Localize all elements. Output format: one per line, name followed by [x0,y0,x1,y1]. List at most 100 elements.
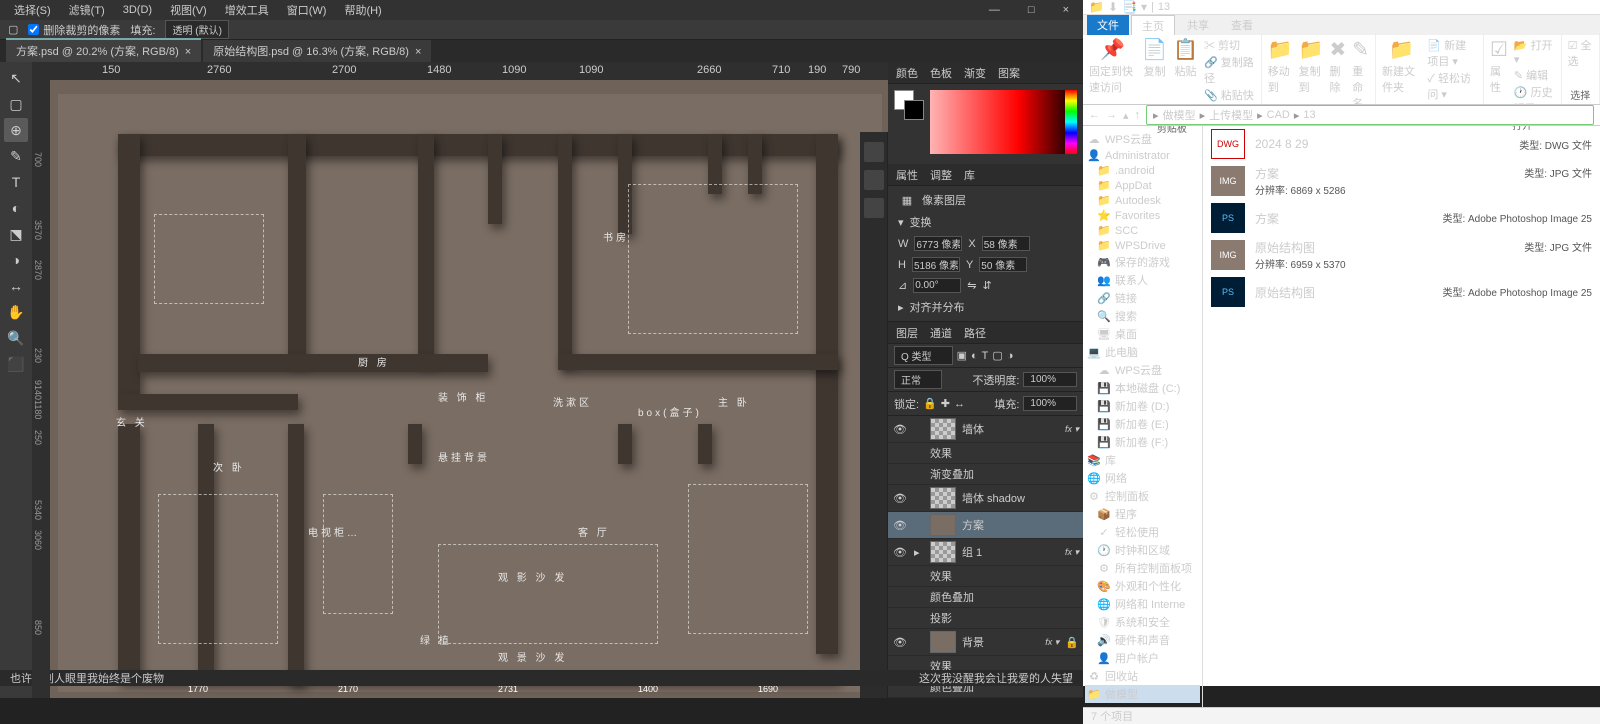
properties-button[interactable]: ☑属性 [1490,37,1508,95]
flip-h-icon[interactable]: ⇋ [967,279,976,292]
close-tab-icon[interactable]: × [415,46,421,58]
tree-node[interactable]: ⚙所有控制面板项 [1085,559,1200,577]
menu-select[interactable]: 选择(S) [6,0,59,20]
tree-node[interactable]: 🌐网络和 Interne [1085,595,1200,613]
layer-row[interactable]: 👁▸组 1fx ▾ [888,539,1083,566]
hue-ramp[interactable] [1065,90,1077,154]
edit-button[interactable]: ✎ 编辑 [1514,67,1548,83]
tree-node[interactable]: ⚙控制面板 [1085,487,1200,505]
panel-icon[interactable] [864,170,884,190]
fill-select[interactable]: 透明 (默认) [165,20,228,39]
panel-icon[interactable] [864,142,884,162]
layer-row[interactable]: 👁墙体fx ▾ [888,416,1083,443]
properties-tab[interactable]: 属性 [896,167,918,183]
minimize-icon[interactable]: — [981,2,1008,18]
delete-cropped-checkbox[interactable]: 删除裁剪的像素 [28,22,120,38]
canvas[interactable]: 150 2760 2700 1480 1090 1090 2660 710 19… [32,62,888,698]
swatch-tab[interactable]: 色板 [930,65,952,81]
collapsed-panels[interactable] [860,132,888,698]
up-icon[interactable]: ↑ [1135,109,1141,122]
layer-filter[interactable]: Q 类型 [894,346,953,365]
x-input[interactable] [982,236,1030,251]
layers-tab[interactable]: 图层 [896,325,918,341]
tree-node[interactable]: 📁AppDat [1085,178,1200,193]
adjust-tab[interactable]: 调整 [930,167,952,183]
layer-row[interactable]: 渐变叠加 [888,464,1083,485]
tree-node[interactable]: 🖥桌面 [1085,325,1200,343]
tree-node[interactable]: 🔗链接 [1085,289,1200,307]
tree-node[interactable]: 🕐时钟和区域 [1085,541,1200,559]
tree-node[interactable]: ♻回收站 [1085,667,1200,685]
maximize-icon[interactable]: □ [1020,2,1043,18]
tree-node[interactable]: ⭐Favorites [1085,208,1200,223]
rename-button[interactable]: ✎重命名 [1352,37,1369,111]
visibility-icon[interactable]: 👁 [892,423,908,436]
dodge-tool-icon[interactable]: ◑ [4,248,28,272]
tree-node[interactable]: 🌐网络 [1085,469,1200,487]
fg-bg-swatch-icon[interactable]: ⬛ [4,352,28,376]
shape-tool-icon[interactable]: ⬔ [4,222,28,246]
tree-node[interactable]: ☁WPS云盘 [1085,361,1200,379]
tree-node[interactable]: 💾本地磁盘 (C:) [1085,379,1200,397]
close-icon[interactable]: × [1055,2,1077,18]
layer-row[interactable]: 效果 [888,443,1083,464]
menu-help[interactable]: 帮助(H) [336,0,389,20]
tab-view[interactable]: 查看 [1221,15,1263,35]
tab-home[interactable]: 主页 [1131,15,1175,36]
paths-tab[interactable]: 路径 [964,325,986,341]
lib-tab[interactable]: 库 [964,167,975,183]
fx-icon[interactable]: fx ▾ [1065,547,1079,558]
blend-mode[interactable]: 正常 [894,370,942,389]
tree-node[interactable]: 📁.android [1085,163,1200,178]
filter-icon[interactable]: ▢ [992,349,1002,362]
copy-button[interactable]: 📄复制 [1142,37,1167,79]
tree-node[interactable]: 💾新加卷 (E:) [1085,415,1200,433]
tree-node[interactable]: 📁做模型 [1085,685,1200,703]
tree-node[interactable]: 🔍搜索 [1085,307,1200,325]
file-row[interactable]: DWG2024 8 29类型: DWG 文件 [1203,126,1600,162]
tree-node[interactable]: 📁WPSDrive [1085,238,1200,253]
tab-share[interactable]: 共享 [1177,15,1219,35]
lock-icon[interactable]: 🔒 [923,397,937,410]
menu-filter[interactable]: 滤镜(T) [61,0,113,20]
close-tab-icon[interactable]: × [185,46,191,58]
visibility-icon[interactable]: 👁 [892,519,908,532]
tree-node[interactable]: 🔊硬件和声音 [1085,631,1200,649]
tree-node[interactable]: 👤用户帐户 [1085,649,1200,667]
tree-node[interactable]: ✓轻松使用 [1085,523,1200,541]
page-icon[interactable]: 📑 [1122,0,1137,14]
lock-icon[interactable]: ↔ [954,398,965,410]
file-row[interactable]: PS方案类型: Adobe Photoshop Image 25 [1203,200,1600,236]
file-row[interactable]: IMG原始结构图分辨率: 6959 x 5370类型: JPG 文件 [1203,236,1600,274]
fx-icon[interactable]: fx ▾ [1065,424,1079,435]
opacity-input[interactable]: 100% [1023,372,1077,387]
tree-node[interactable]: ☁WPS云盘 [1085,130,1200,148]
tree-node[interactable]: 🎨外观和个性化 [1085,577,1200,595]
filter-icon[interactable]: ◐ [971,350,978,362]
menu-view[interactable]: 视图(V) [162,0,215,20]
menu-3d[interactable]: 3D(D) [115,2,160,18]
layer-row[interactable]: 👁方案 [888,512,1083,539]
lock-icon[interactable]: ✚ [941,397,950,410]
type-tool-icon[interactable]: T [4,170,28,194]
menu-window[interactable]: 窗口(W) [279,0,335,20]
tree-node[interactable]: 📦程序 [1085,505,1200,523]
layer-row[interactable]: 颜色叠加 [888,587,1083,608]
width-input[interactable] [914,236,962,251]
nav-tree[interactable]: ☁WPS云盘👤Administrator📁.android📁AppDat📁Aut… [1083,126,1203,707]
hand-tool-icon[interactable]: ✋ [4,300,28,324]
fill-input[interactable]: 100% [1023,396,1077,411]
filter-kind-icon[interactable]: ▣ [957,349,967,362]
filter-icon[interactable]: T [982,350,989,362]
tree-node[interactable]: 🎮保存的游戏 [1085,253,1200,271]
angle-input[interactable] [913,278,961,293]
crop-tool-icon[interactable]: ⊕ [4,118,28,142]
layer-row[interactable]: 👁背景fx ▾🔒 [888,629,1083,656]
path-input[interactable]: ▸做模型 ▸上传模型 ▸CAD ▸13 [1146,105,1594,125]
flip-v-icon[interactable]: ⇵ [982,279,991,292]
crop-tool-icon[interactable]: ▢ [8,23,18,36]
zoom-tool-icon[interactable]: 🔍 [4,326,28,350]
tree-node[interactable]: 🛡系统和安全 [1085,613,1200,631]
color-panel[interactable] [888,84,1083,164]
path-tool-icon[interactable]: ↔ [4,274,28,298]
